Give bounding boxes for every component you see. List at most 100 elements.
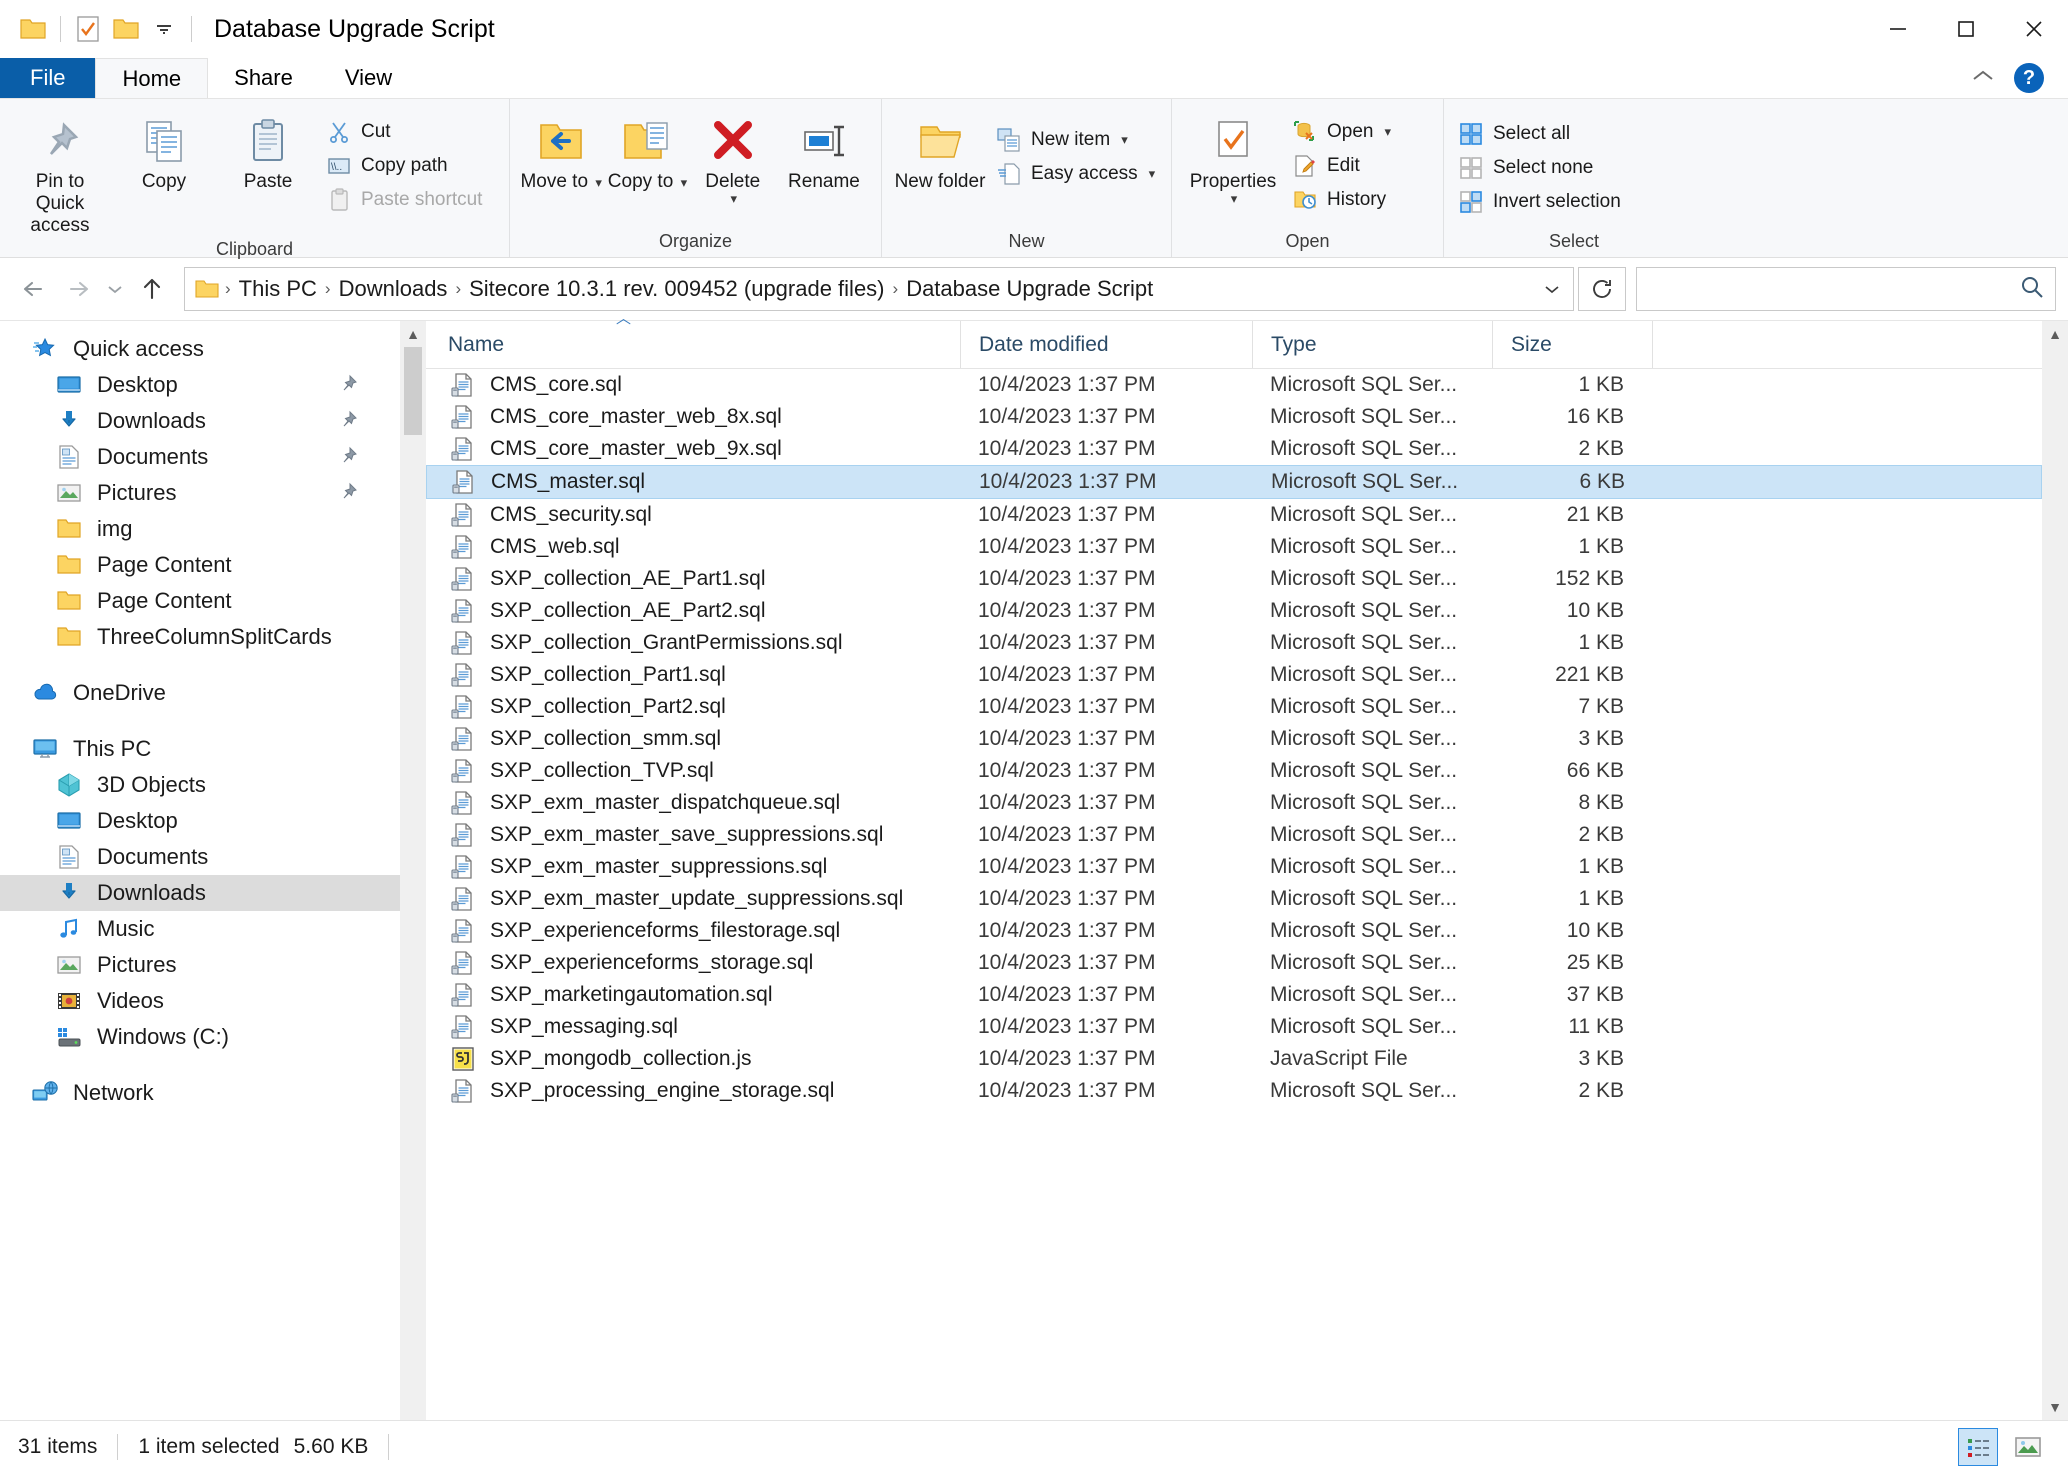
delete-button[interactable]: Delete ▾ [691,109,775,207]
properties-button[interactable]: Properties ▾ [1180,109,1286,207]
table-row[interactable]: SXP_processing_engine_storage.sql 10/4/20… [426,1075,2042,1107]
column-header-name[interactable]: ︿ Name [426,310,960,368]
sidebar-item-img[interactable]: img [0,511,400,547]
file-scroll-down-icon[interactable]: ▼ [2042,1394,2068,1420]
tab-home[interactable]: Home [95,58,209,98]
sidebar-item-videos[interactable]: Videos [0,983,400,1019]
sidebar-item-music[interactable]: Music [0,911,400,947]
table-row[interactable]: SXP_exm_master_update_suppressions.sql 10… [426,883,2042,915]
sidebar-item-documents[interactable]: Documents [0,839,400,875]
select-all-button[interactable]: Select all [1452,117,1627,151]
pin-to-quick-access-button[interactable]: Pin to Quick access [8,109,112,237]
table-row[interactable]: CMS_master.sql 10/4/2023 1:37 PM Microsoft… [426,465,2042,499]
scroll-up-icon[interactable]: ▲ [400,321,426,347]
sidebar-item-windows-c[interactable]: Windows (C:) [0,1019,400,1055]
table-row[interactable]: SXP_experienceforms_storage.sql 10/4/2023… [426,947,2042,979]
table-row[interactable]: SXP_exm_master_save_suppressions.sql 10/4… [426,819,2042,851]
address-dropdown-icon[interactable] [1535,271,1569,307]
move-to-button[interactable]: Move to ▾ [518,109,604,194]
sidebar-item-pictures[interactable]: Pictures [0,475,400,511]
table-row[interactable]: SXP_collection_TVP.sql 10/4/2023 1:37 PM M… [426,755,2042,787]
history-button[interactable]: History [1286,183,1397,217]
paste-shortcut-button[interactable]: Paste shortcut [320,183,488,217]
sidebar-item-3d-objects[interactable]: 3D Objects [0,767,400,803]
qat-customize-dropdown-icon[interactable] [145,10,183,48]
delete-dropdown-caret[interactable]: ▾ [731,191,738,207]
breadcrumb-item-this-pc[interactable]: This PC [233,276,323,302]
new-folder-button[interactable]: New folder [890,109,990,193]
edit-button[interactable]: Edit [1286,149,1397,183]
minimize-button[interactable] [1864,0,1932,58]
table-row[interactable]: SXP_collection_Part1.sql 10/4/2023 1:37 P… [426,659,2042,691]
easy-access-caret[interactable]: ▾ [1149,166,1156,182]
table-row[interactable]: SXP_collection_AE_Part2.sql 10/4/2023 1:3… [426,595,2042,627]
qat-properties-icon[interactable] [69,10,107,48]
forward-button[interactable] [56,267,100,311]
up-button[interactable] [130,267,174,311]
scrollbar-thumb[interactable] [404,347,422,435]
table-row[interactable]: SXP_collection_Part2.sql 10/4/2023 1:37 P… [426,691,2042,723]
qat-folder-icon[interactable] [14,10,52,48]
large-icons-view-button[interactable] [2008,1428,2048,1466]
new-item-caret[interactable]: ▾ [1121,132,1128,148]
tab-share[interactable]: Share [208,58,319,98]
table-row[interactable]: SXP_collection_GrantPermissions.sql 10/4/… [426,627,2042,659]
properties-dropdown-caret[interactable]: ▾ [1231,191,1238,207]
search-input[interactable] [1636,267,2056,311]
collapse-ribbon-button[interactable] [1970,68,1996,89]
table-row[interactable]: CMS_core_master_web_9x.sql 10/4/2023 1:37… [426,433,2042,465]
breadcrumb-sep-3[interactable]: › [891,279,901,299]
cut-button[interactable]: Cut [320,115,488,149]
sidebar-item-downloads[interactable]: Downloads [0,403,400,439]
search-icon[interactable] [2019,274,2045,305]
breadcrumb-sep-1[interactable]: › [323,279,333,299]
open-caret[interactable]: ▾ [1384,124,1391,140]
breadcrumb-item-database-upgrade-script[interactable]: Database Upgrade Script [900,276,1159,302]
table-row[interactable]: SXP_collection_smm.sql 10/4/2023 1:37 PM M… [426,723,2042,755]
table-row[interactable]: SXP_collection_AE_Part1.sql 10/4/2023 1:3… [426,563,2042,595]
details-view-button[interactable] [1958,1427,1998,1466]
paste-button[interactable]: Paste [216,109,320,193]
breadcrumb-item-downloads[interactable]: Downloads [333,276,454,302]
pin-icon[interactable] [340,444,358,470]
new-item-button[interactable]: New item ▾ [990,123,1161,157]
select-none-button[interactable]: Select none [1452,151,1627,185]
column-header-size[interactable]: Size [1492,321,1652,368]
file-scroll-up-icon[interactable]: ▲ [2042,321,2068,347]
address-bar[interactable]: › This PC › Downloads › Sitecore 10.3.1 … [184,267,1574,311]
pin-icon[interactable] [340,480,358,506]
column-header-type[interactable]: Type [1252,321,1492,368]
tab-file[interactable]: File [0,58,96,98]
sidebar-item-network[interactable]: Network [0,1075,400,1111]
breadcrumb-sep-2[interactable]: › [453,279,463,299]
copy-path-button[interactable]: \\.. Copy path [320,149,488,183]
copy-to-button[interactable]: Copy to ▾ [604,109,690,194]
tab-view[interactable]: View [318,58,419,98]
qat-new-folder-icon[interactable] [107,10,145,48]
table-row[interactable]: SXP_exm_master_suppressions.sql 10/4/2023… [426,851,2042,883]
help-icon[interactable]: ? [2014,63,2044,93]
table-row[interactable]: CMS_core.sql 10/4/2023 1:37 PM Microsoft S… [426,369,2042,401]
invert-selection-button[interactable]: Invert selection [1452,185,1627,219]
sidebar-item-this-pc[interactable]: This PC [0,731,400,767]
table-row[interactable]: SXP_exm_master_dispatchqueue.sql 10/4/202… [426,787,2042,819]
easy-access-button[interactable]: Easy access ▾ [990,157,1161,191]
rename-button[interactable]: Rename [775,109,873,193]
sidebar-item-page-content[interactable]: Page Content [0,547,400,583]
maximize-button[interactable] [1932,0,2000,58]
sidebar-item-page-content[interactable]: Page Content [0,583,400,619]
navigation-pane-scrollbar[interactable]: ▲ [400,321,426,1420]
close-button[interactable] [2000,0,2068,58]
sidebar-item-downloads[interactable]: Downloads [0,875,400,911]
refresh-button[interactable] [1578,267,1626,311]
sidebar-item-documents[interactable]: Documents [0,439,400,475]
table-row[interactable]: CMS_security.sql 10/4/2023 1:37 PM Microso… [426,499,2042,531]
table-row[interactable]: SXP_mongodb_collection.js 10/4/2023 1:37 … [426,1043,2042,1075]
open-button[interactable]: Open ▾ [1286,115,1397,149]
sidebar-item-desktop[interactable]: Desktop [0,367,400,403]
file-list-scrollbar[interactable]: ▲ ▼ [2042,321,2068,1420]
column-header-date-modified[interactable]: Date modified [960,321,1252,368]
pin-icon[interactable] [340,372,358,398]
table-row[interactable]: CMS_web.sql 10/4/2023 1:37 PM Microsoft SQ… [426,531,2042,563]
breadcrumb-item-sitecore[interactable]: Sitecore 10.3.1 rev. 009452 (upgrade fil… [463,276,890,302]
